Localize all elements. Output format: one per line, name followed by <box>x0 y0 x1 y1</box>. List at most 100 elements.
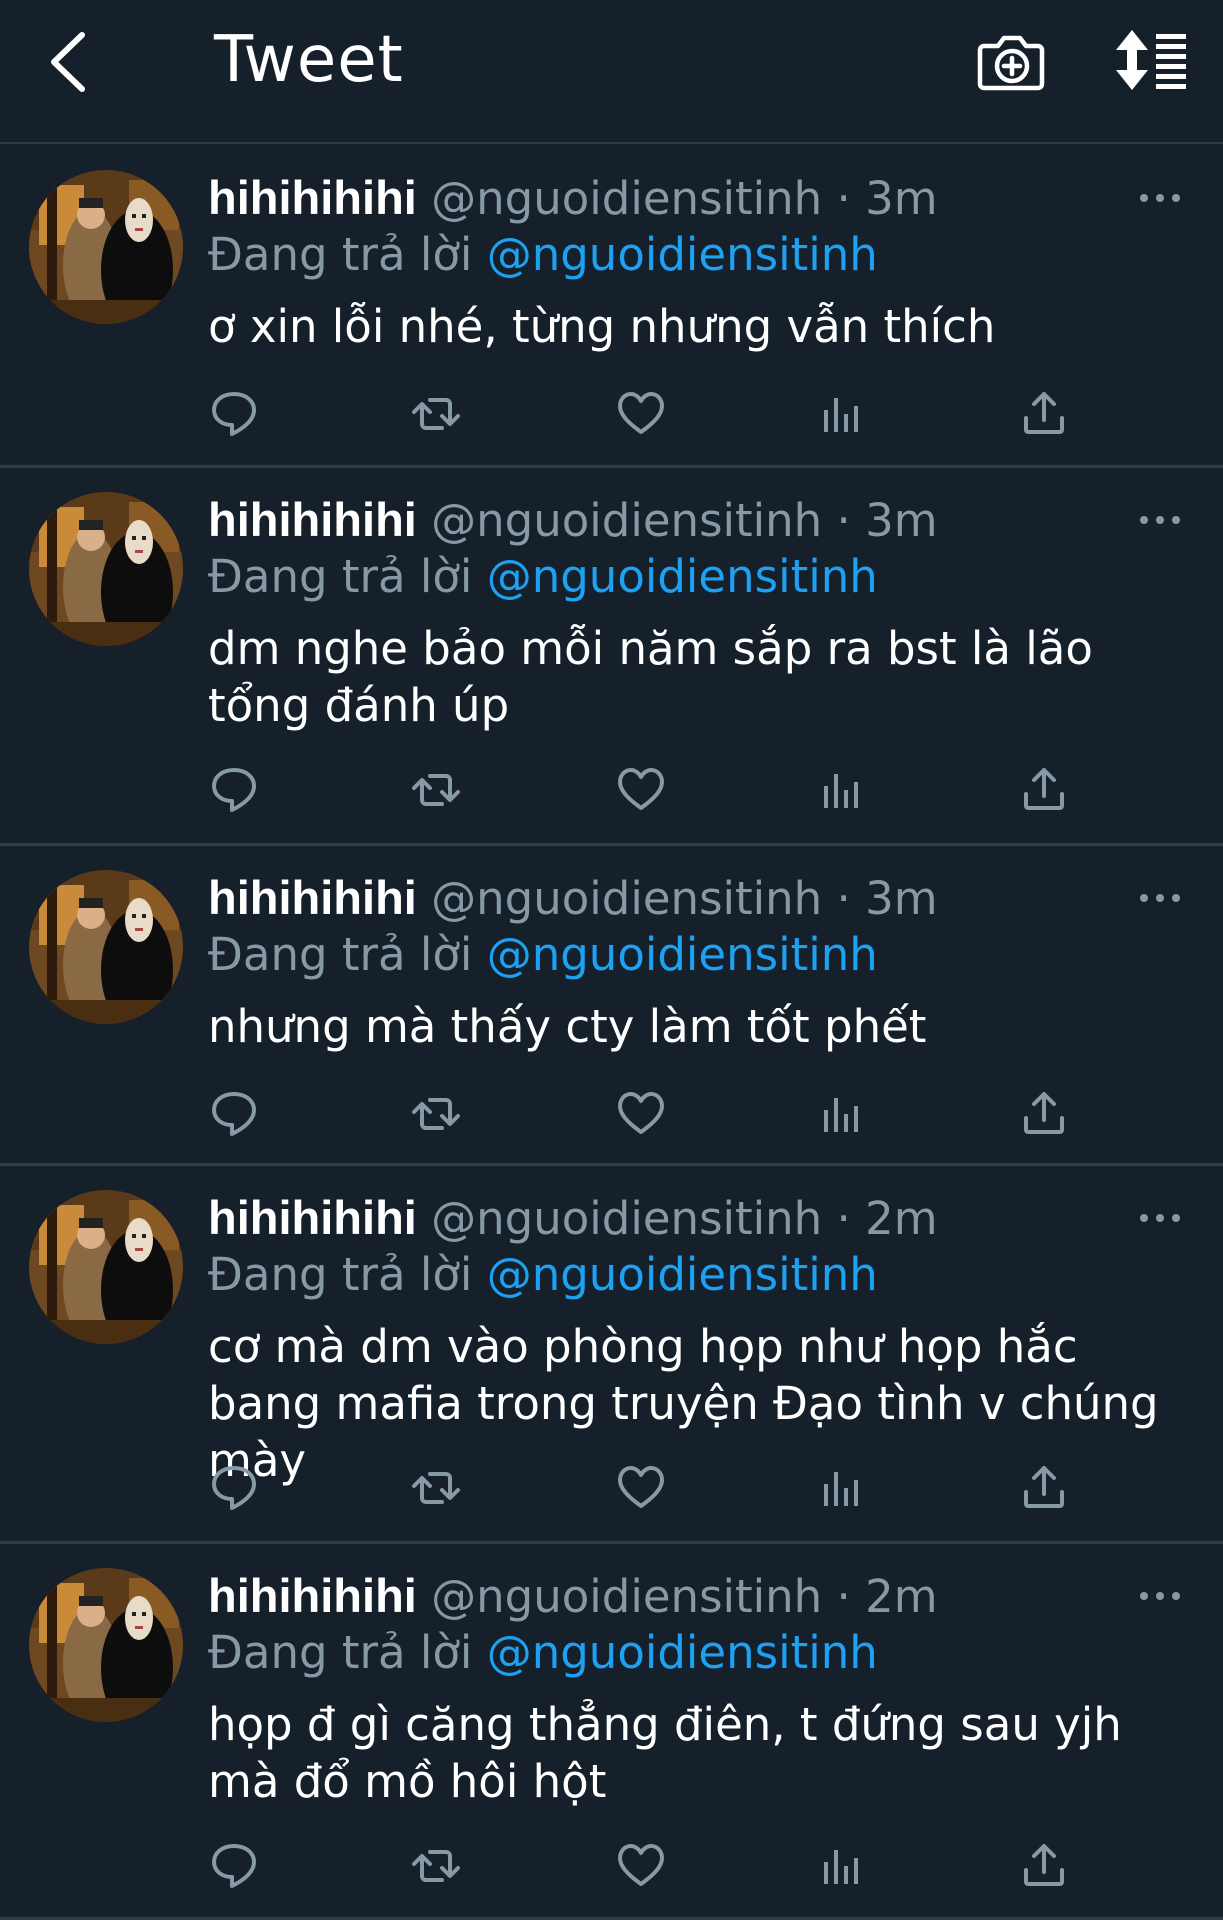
reply-button[interactable] <box>208 1462 260 1514</box>
sort-list-icon <box>1116 30 1186 90</box>
tweet-item[interactable]: hihihihihi @nguoidiensitinh · 3m Đang trả… <box>0 846 1223 1166</box>
avatar[interactable] <box>29 1190 183 1344</box>
chevron-left-icon <box>51 32 85 92</box>
analytics-button[interactable] <box>816 764 868 816</box>
timestamp: 3m <box>865 872 938 925</box>
user-handle[interactable]: @nguoidiensitinh <box>431 872 822 925</box>
reply-button[interactable] <box>208 1840 260 1892</box>
like-icon <box>618 392 664 434</box>
separator-dot: · <box>836 1570 851 1623</box>
avatar-image <box>29 492 183 646</box>
share-icon <box>1024 1466 1064 1508</box>
analytics-button[interactable] <box>816 1840 868 1892</box>
like-button[interactable] <box>615 1840 667 1892</box>
share-icon <box>1024 768 1064 810</box>
reply-button[interactable] <box>208 764 260 816</box>
more-options-button[interactable] <box>1138 888 1182 908</box>
retweet-icon <box>412 774 460 806</box>
more-options-button[interactable] <box>1138 510 1182 530</box>
tweet-item[interactable]: hihihihihi @nguoidiensitinh · 3m Đang trả… <box>0 468 1223 846</box>
display-name[interactable]: hihihihihi <box>208 1569 417 1622</box>
separator-dot: · <box>836 494 851 547</box>
avatar[interactable] <box>29 870 183 1024</box>
share-button[interactable] <box>1018 764 1070 816</box>
analytics-icon <box>824 1098 858 1132</box>
display-name[interactable]: hihihihihi <box>208 171 417 224</box>
reply-prefix: Đang trả lời <box>208 228 473 281</box>
like-icon <box>618 1092 664 1134</box>
display-name[interactable]: hihihihihi <box>208 871 417 924</box>
like-button[interactable] <box>615 1088 667 1140</box>
timestamp: 3m <box>865 172 938 225</box>
analytics-button[interactable] <box>816 1088 868 1140</box>
avatar-image <box>29 870 183 1024</box>
user-handle[interactable]: @nguoidiensitinh <box>431 1192 822 1245</box>
retweet-icon <box>412 1472 460 1504</box>
tweet-text: nhưng mà thấy cty làm tốt phết <box>208 1000 927 1053</box>
more-dots-icon <box>1140 194 1180 202</box>
tweet-item[interactable]: hihihihihi @nguoidiensitinh · 2m Đang trả… <box>0 1544 1223 1920</box>
reply-context: Đang trả lời @nguoidiensitinh <box>208 226 878 284</box>
share-button[interactable] <box>1018 1088 1070 1140</box>
mention-link[interactable]: @nguoidiensitinh <box>487 1626 878 1679</box>
back-button[interactable] <box>38 22 98 102</box>
like-button[interactable] <box>615 764 667 816</box>
analytics-icon <box>824 398 858 432</box>
share-button[interactable] <box>1018 1462 1070 1514</box>
tweet-item[interactable]: hihihihihi @nguoidiensitinh · 2m Đang trả… <box>0 1166 1223 1544</box>
share-button[interactable] <box>1018 1840 1070 1892</box>
reply-context: Đang trả lời @nguoidiensitinh <box>208 548 878 606</box>
avatar[interactable] <box>29 492 183 646</box>
more-options-button[interactable] <box>1138 1586 1182 1606</box>
tweet-actions <box>208 1088 1088 1144</box>
more-dots-icon <box>1140 1214 1180 1222</box>
retweet-button[interactable] <box>410 388 462 440</box>
tweet-item[interactable]: hihihihihi @nguoidiensitinh · 3m Đang trả… <box>0 146 1223 468</box>
more-options-button[interactable] <box>1138 188 1182 208</box>
retweet-button[interactable] <box>410 1840 462 1892</box>
more-dots-icon <box>1140 894 1180 902</box>
tweet-header: hihihihihi @nguoidiensitinh · 2m <box>208 1566 938 1626</box>
more-options-button[interactable] <box>1138 1208 1182 1228</box>
tweet-header: hihihihihi @nguoidiensitinh · 2m <box>208 1188 938 1248</box>
user-handle[interactable]: @nguoidiensitinh <box>431 494 822 547</box>
tweet-text: ơ xin lỗi nhé, từng nhưng vẫn thích <box>208 300 996 353</box>
analytics-button[interactable] <box>816 388 868 440</box>
tweet-actions <box>208 1462 1088 1518</box>
tweet-actions <box>208 764 1088 820</box>
retweet-button[interactable] <box>410 764 462 816</box>
avatar-image <box>29 170 183 324</box>
camera-plus-icon <box>977 35 1045 91</box>
sort-button[interactable] <box>1112 28 1190 92</box>
more-dots-icon <box>1140 516 1180 524</box>
share-button[interactable] <box>1018 388 1070 440</box>
user-handle[interactable]: @nguoidiensitinh <box>431 1570 822 1623</box>
retweet-button[interactable] <box>410 1462 462 1514</box>
reply-prefix: Đang trả lời <box>208 1626 473 1679</box>
mention-link[interactable]: @nguoidiensitinh <box>487 550 878 603</box>
camera-button[interactable] <box>976 26 1046 96</box>
reply-context: Đang trả lời @nguoidiensitinh <box>208 926 878 984</box>
avatar[interactable] <box>29 1568 183 1722</box>
reply-button[interactable] <box>208 388 260 440</box>
page-title: Tweet <box>214 23 404 97</box>
display-name[interactable]: hihihihihi <box>208 1191 417 1244</box>
separator-dot: · <box>836 1192 851 1245</box>
user-handle[interactable]: @nguoidiensitinh <box>431 172 822 225</box>
retweet-icon <box>412 1098 460 1130</box>
display-name[interactable]: hihihihihi <box>208 493 417 546</box>
analytics-icon <box>824 1850 858 1884</box>
reply-icon <box>212 1466 256 1510</box>
avatar[interactable] <box>29 170 183 324</box>
tweet-text: dm nghe bảo mỗi năm sắp ra bst là lão tổ… <box>208 622 1093 732</box>
analytics-button[interactable] <box>816 1462 868 1514</box>
mention-link[interactable]: @nguoidiensitinh <box>487 928 878 981</box>
mention-link[interactable]: @nguoidiensitinh <box>487 228 878 281</box>
reply-button[interactable] <box>208 1088 260 1140</box>
like-button[interactable] <box>615 1462 667 1514</box>
retweet-button[interactable] <box>410 1088 462 1140</box>
avatar-image <box>29 1190 183 1344</box>
like-button[interactable] <box>615 388 667 440</box>
mention-link[interactable]: @nguoidiensitinh <box>487 1248 878 1301</box>
tweet-header: hihihihihi @nguoidiensitinh · 3m <box>208 490 938 550</box>
